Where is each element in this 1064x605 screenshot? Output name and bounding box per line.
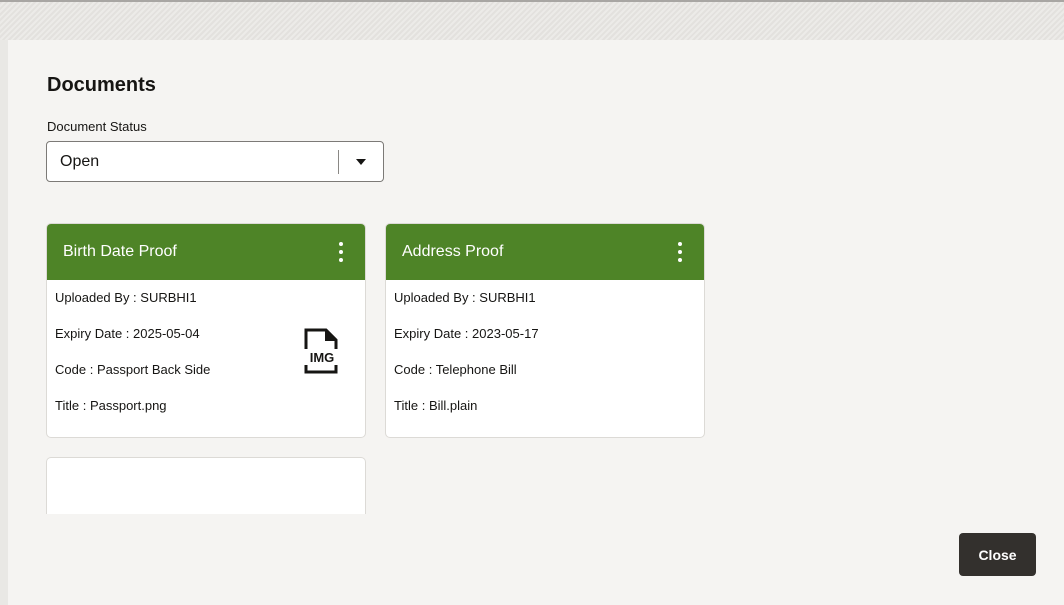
uploaded-by-row: Uploaded By : SURBHI1 <box>394 290 696 326</box>
uploaded-by-row: Uploaded By : SURBHI1 <box>55 290 357 326</box>
top-banner-strip <box>0 0 1064 40</box>
svg-text:IMG: IMG <box>310 350 335 365</box>
expiry-date-row: Expiry Date : 2023-05-17 <box>394 326 696 362</box>
title-row: Title : Passport.png <box>55 398 357 434</box>
title-value: Passport.png <box>89 398 167 413</box>
more-options-icon[interactable] <box>670 237 690 267</box>
uploaded-by-value: SURBHI1 <box>140 290 197 305</box>
chevron-down-icon[interactable] <box>339 142 383 181</box>
document-status-value: Open <box>60 152 100 170</box>
uploaded-by-value: SURBHI1 <box>479 290 536 305</box>
more-options-icon[interactable] <box>331 237 351 267</box>
document-card-birth-date-proof[interactable]: Birth Date Proof Uploaded By : SURBHI1 E… <box>46 223 366 438</box>
expiry-date-value: 2023-05-17 <box>472 326 539 341</box>
expiry-date-label: Expiry Date : <box>394 326 469 341</box>
document-status-select[interactable]: Open <box>46 141 384 182</box>
card-header: Birth Date Proof <box>47 224 365 280</box>
card-title: Birth Date Proof <box>63 243 177 260</box>
code-value: Passport Back Side <box>96 362 211 377</box>
title-label: Title : <box>55 398 87 413</box>
code-label: Code : <box>394 362 433 377</box>
title-row: Title : Bill.plain <box>394 398 696 434</box>
card-header: Address Proof <box>386 224 704 280</box>
uploaded-by-label: Uploaded By : <box>394 290 476 305</box>
uploaded-by-label: Uploaded By : <box>55 290 137 305</box>
left-edge <box>0 40 8 605</box>
expiry-date-label: Expiry Date : <box>55 326 130 341</box>
close-button[interactable]: Close <box>959 533 1036 576</box>
img-file-icon[interactable]: IMG <box>302 328 342 374</box>
card-body: Uploaded By : SURBHI1 Expiry Date : 2023… <box>386 280 704 434</box>
code-row: Code : Telephone Bill <box>394 362 696 398</box>
code-value: Telephone Bill <box>435 362 517 377</box>
expiry-date-value: 2025-05-04 <box>133 326 200 341</box>
code-label: Code : <box>55 362 94 377</box>
documents-panel: Documents Document Status Open Birth Dat… <box>8 40 1064 605</box>
card-body: Uploaded By : SURBHI1 Expiry Date : 2025… <box>47 280 365 434</box>
card-title: Address Proof <box>402 243 504 260</box>
document-card-empty[interactable] <box>46 457 366 514</box>
title-label: Title : <box>394 398 426 413</box>
page-title: Documents <box>47 74 156 96</box>
document-card-address-proof[interactable]: Address Proof Uploaded By : SURBHI1 Expi… <box>385 223 705 438</box>
title-value: Bill.plain <box>428 398 478 413</box>
document-status-label: Document Status <box>47 119 147 134</box>
